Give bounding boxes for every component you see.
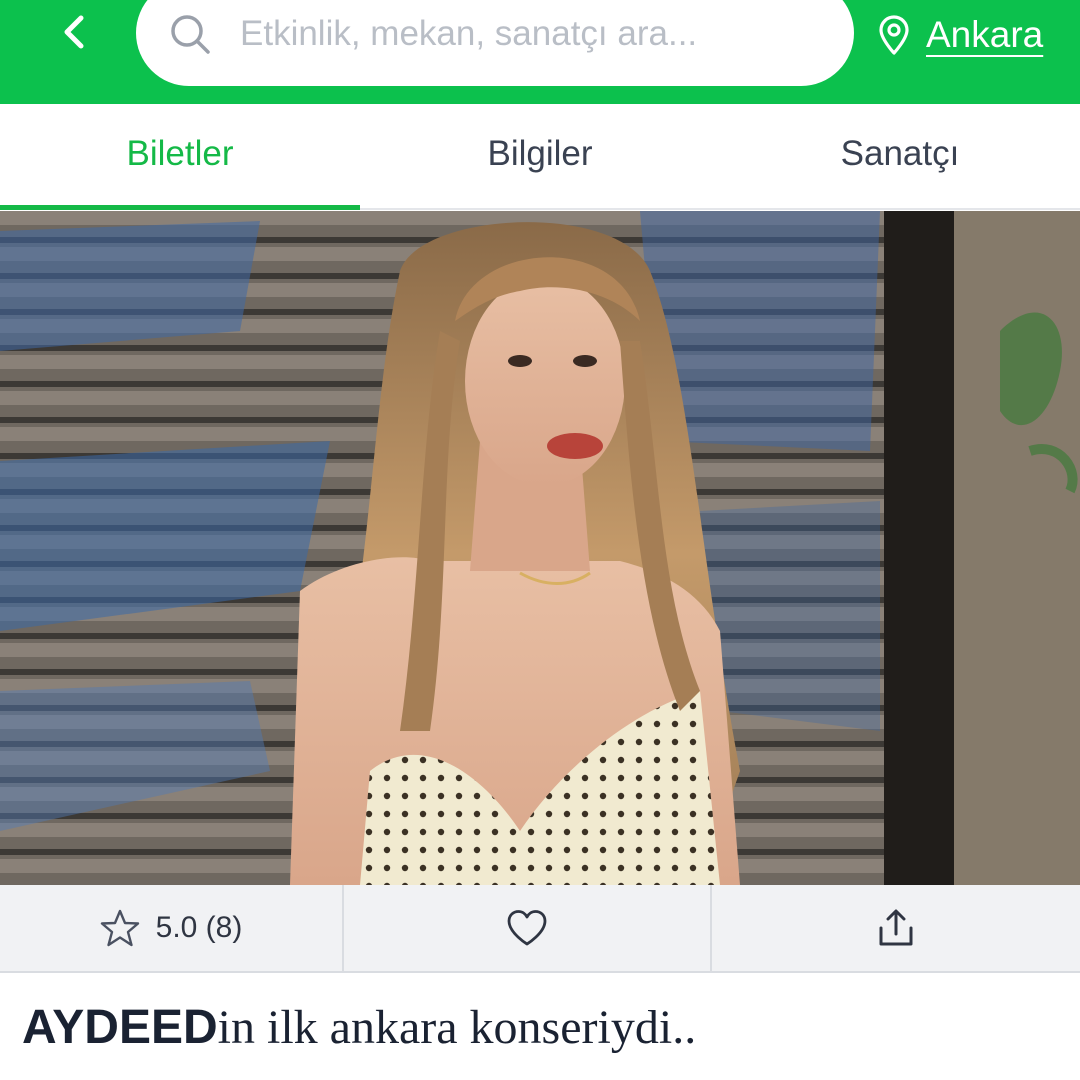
event-photo [0,211,1080,885]
share-button[interactable] [712,885,1080,971]
location-selector[interactable]: Ankara [876,10,1043,60]
rating-button[interactable]: 5.0 (8) [0,885,344,971]
star-outline-icon [100,909,139,947]
location-pin-icon [879,15,909,55]
chevron-left-icon [64,15,84,49]
tab-biletler[interactable]: Biletler [0,104,360,210]
rating-value: 5.0 (8) [155,911,243,944]
search-input[interactable] [240,12,826,56]
top-bar: Ankara [0,0,1080,104]
post-title-text: in ilk ankara konseriydi.. [217,1001,697,1054]
tab-bar: Biletler Bilgiler Sanatçı [0,104,1080,210]
share-icon [879,909,913,946]
heart-outline-icon [507,910,547,946]
tab-sanatci[interactable]: Sanatçı [720,104,1080,208]
back-button[interactable] [42,0,106,64]
favorite-button[interactable] [344,885,712,971]
tab-bilgiler[interactable]: Bilgiler [360,104,720,208]
post-title-artist[interactable]: AYDEED [22,1000,218,1055]
post-title: AYDEED in ilk ankara konseriydi.. [22,1000,696,1080]
action-bar: 5.0 (8) [0,885,1080,973]
search-icon [171,15,210,54]
location-label: Ankara [926,14,1044,55]
event-photo-illustration [0,211,1080,885]
search-bar[interactable] [136,0,854,86]
